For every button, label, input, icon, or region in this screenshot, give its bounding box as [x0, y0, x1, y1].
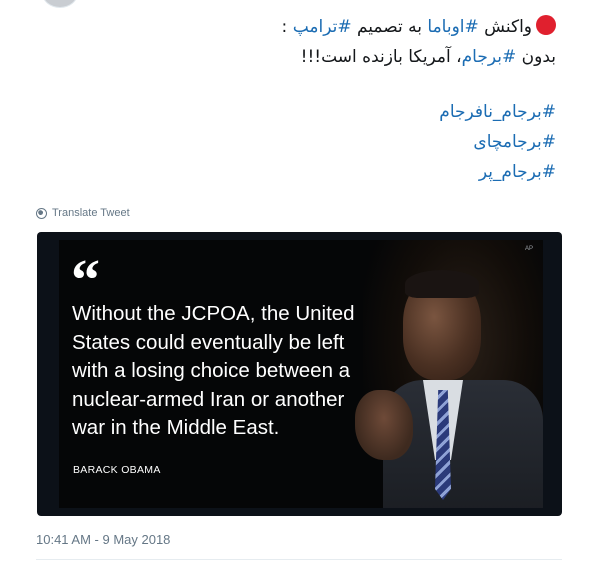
tweet-text: واکنش #اوباما به تصمیم #ترامپ : بدون #بر… — [36, 12, 556, 187]
hashtag-link[interactable]: #برجام_نافرجام — [439, 102, 556, 122]
hashtag-link[interactable]: #اوباما — [427, 17, 478, 37]
media-card[interactable]: AP “ Without the JCPOA, the United State… — [37, 232, 562, 516]
quote-image: AP “ Without the JCPOA, the United State… — [59, 240, 543, 508]
tweet-line-1: واکنش #اوباما به تصمیم #ترامپ : — [36, 12, 556, 42]
tweet-line-2: بدون #برجام، آمریکا بازنده است!!! — [300, 47, 556, 67]
hair-shape — [405, 270, 479, 298]
photo-credit: AP — [524, 246, 533, 252]
red-circle-emoji — [536, 15, 556, 35]
translate-tweet-label: Translate Tweet — [52, 207, 130, 219]
tweet-timestamp[interactable]: 10:41 AM - 9 May 2018 — [36, 532, 170, 547]
hashtag-link[interactable]: #ترامپ — [293, 17, 352, 37]
speaker-photo — [355, 240, 543, 508]
quote-attribution: BARACK OBAMA — [73, 464, 161, 476]
quote-text: Without the JCPOA, the United States cou… — [72, 302, 355, 439]
divider — [36, 559, 562, 560]
hashtag-link[interactable]: #برجامچای — [473, 132, 556, 152]
hashtag-link[interactable]: #برجام — [462, 47, 517, 67]
avatar[interactable] — [42, 0, 78, 8]
translate-tweet-link[interactable]: Translate Tweet — [36, 207, 130, 219]
globe-icon — [36, 207, 47, 219]
hashtag-link[interactable]: #برجام_پر — [479, 162, 556, 182]
